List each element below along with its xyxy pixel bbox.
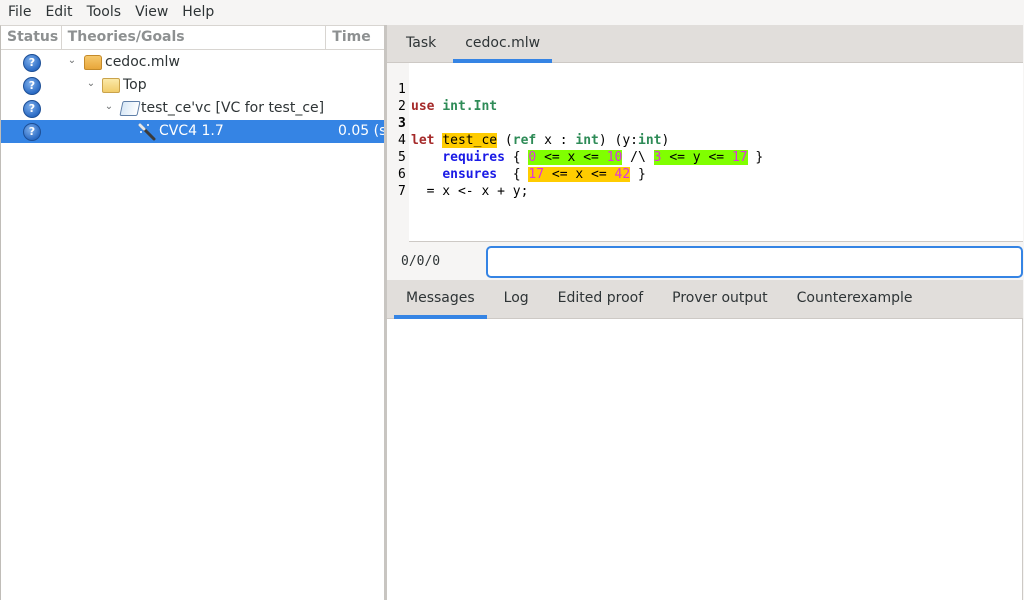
column-header-status[interactable]: Status bbox=[1, 26, 62, 49]
goal-counter: 0/0/0 bbox=[401, 254, 441, 269]
question-status-icon: ? bbox=[23, 123, 41, 141]
command-row: 0/0/0 bbox=[387, 243, 1023, 280]
module-name: int.Int bbox=[442, 99, 498, 114]
code-text: } bbox=[747, 150, 764, 165]
column-header-time[interactable]: Time bbox=[326, 26, 384, 49]
tree-node-label: cedoc.mlw bbox=[105, 54, 180, 70]
keyword: requires bbox=[442, 150, 505, 165]
editor-tabbar: Task cedoc.mlw bbox=[387, 25, 1023, 63]
tab-counterexample[interactable]: Counterexample bbox=[785, 280, 925, 318]
menu-view[interactable]: View bbox=[128, 0, 175, 25]
number: 17 bbox=[731, 150, 748, 165]
question-status-icon: ? bbox=[23, 100, 41, 118]
menu-tools[interactable]: Tools bbox=[80, 0, 129, 25]
question-status-icon: ? bbox=[23, 77, 41, 95]
postcondition-highlight: 17 <= x <= 42 bbox=[528, 167, 631, 182]
code-text: x : bbox=[536, 133, 576, 148]
column-header-goals[interactable]: Theories/Goals bbox=[62, 26, 327, 49]
chevron-down-icon[interactable]: ⌄ bbox=[85, 78, 97, 89]
command-input[interactable] bbox=[486, 246, 1023, 278]
type-name: int bbox=[638, 133, 662, 148]
code-line-1: 1 use int.Int bbox=[387, 64, 497, 114]
right-pane: Task cedoc.mlw 1 use int.Int 2 3 let tes… bbox=[387, 25, 1024, 600]
code-line-7: 7 bbox=[387, 166, 434, 199]
line-number: 7 bbox=[398, 184, 406, 199]
code-text: ) (y: bbox=[598, 133, 639, 148]
code-text: <= x <= bbox=[536, 150, 607, 165]
precondition-highlight: 0 <= x <= 10 bbox=[528, 150, 623, 165]
code-line-2: 2 bbox=[387, 81, 434, 114]
tree-node-label: test_ce'vc [VC for test_ce] bbox=[141, 100, 325, 116]
tab-edited-proof[interactable]: Edited proof bbox=[546, 280, 655, 318]
tab-messages[interactable]: Messages bbox=[394, 280, 487, 319]
code-text: } bbox=[630, 167, 646, 182]
messages-panel[interactable] bbox=[387, 319, 1023, 600]
code-text: ) bbox=[661, 133, 670, 148]
proof-tree-pane: Status Theories/Goals Time ? ⌄ cedoc.mlw… bbox=[0, 25, 384, 600]
keyword: ref bbox=[512, 133, 537, 148]
menu-file[interactable]: File bbox=[1, 0, 38, 25]
code-line-4: 4 requires { 0 <= x <= 10 /\ 3 <= y <= 1… bbox=[387, 115, 763, 165]
tree-node-label: CVC4 1.7 bbox=[159, 123, 224, 139]
code-line-3: 3 let test_ce (ref x : int) (y:int) bbox=[387, 98, 669, 148]
scroll-icon bbox=[119, 101, 141, 116]
code-text: <= y <= bbox=[661, 150, 732, 165]
question-status-icon: ? bbox=[23, 54, 41, 72]
tab-cedoc-mlw[interactable]: cedoc.mlw bbox=[453, 25, 553, 63]
number: 3 bbox=[653, 150, 662, 165]
menubar: File Edit Tools View Help bbox=[0, 0, 1024, 25]
function-name-highlight: test_ce bbox=[442, 133, 498, 148]
tree-row-theory[interactable]: ? ⌄ Top bbox=[1, 74, 384, 97]
code-text: { bbox=[497, 167, 529, 182]
tab-prover-output[interactable]: Prover output bbox=[660, 280, 780, 318]
chevron-down-icon[interactable]: ⌄ bbox=[103, 101, 115, 112]
precondition-highlight: 3 <= y <= 17 bbox=[653, 150, 748, 165]
folder-icon bbox=[102, 78, 120, 93]
tree-header: Status Theories/Goals Time bbox=[1, 26, 384, 50]
code-text: /\ bbox=[622, 150, 654, 165]
keyword: ensures bbox=[442, 167, 498, 182]
code-line-6: 6 = x <- x + y; bbox=[387, 149, 528, 199]
menu-edit[interactable]: Edit bbox=[38, 0, 79, 25]
code-text: ( bbox=[497, 133, 513, 148]
time-cell: 0.05 (st bbox=[338, 123, 384, 139]
source-editor[interactable]: 1 use int.Int 2 3 let test_ce (ref x : i… bbox=[387, 63, 1023, 242]
number: 42 bbox=[614, 167, 631, 182]
tree-node-label: Top bbox=[123, 77, 147, 93]
type-name: int bbox=[575, 133, 599, 148]
tree-row-prover-attempt[interactable]: ? CVC4 1.7 0.05 (st bbox=[1, 120, 384, 143]
wand-icon bbox=[138, 123, 156, 141]
menu-help[interactable]: Help bbox=[175, 0, 221, 25]
tree-row-goal[interactable]: ? ⌄ test_ce'vc [VC for test_ce] bbox=[1, 97, 384, 120]
chevron-down-icon[interactable]: ⌄ bbox=[66, 55, 78, 66]
number: 17 bbox=[528, 167, 545, 182]
number: 10 bbox=[606, 150, 623, 165]
code-text: <= x <= bbox=[544, 167, 615, 182]
file-icon bbox=[84, 55, 102, 70]
tab-task[interactable]: Task bbox=[394, 25, 448, 62]
output-tabbar: Messages Log Edited proof Prover output … bbox=[387, 280, 1023, 319]
tab-log[interactable]: Log bbox=[492, 280, 541, 318]
code-line-5: 5 ensures { 17 <= x <= 42 } bbox=[387, 132, 646, 182]
code-text: { bbox=[504, 150, 529, 165]
tree-row-file[interactable]: ? ⌄ cedoc.mlw bbox=[1, 51, 384, 74]
